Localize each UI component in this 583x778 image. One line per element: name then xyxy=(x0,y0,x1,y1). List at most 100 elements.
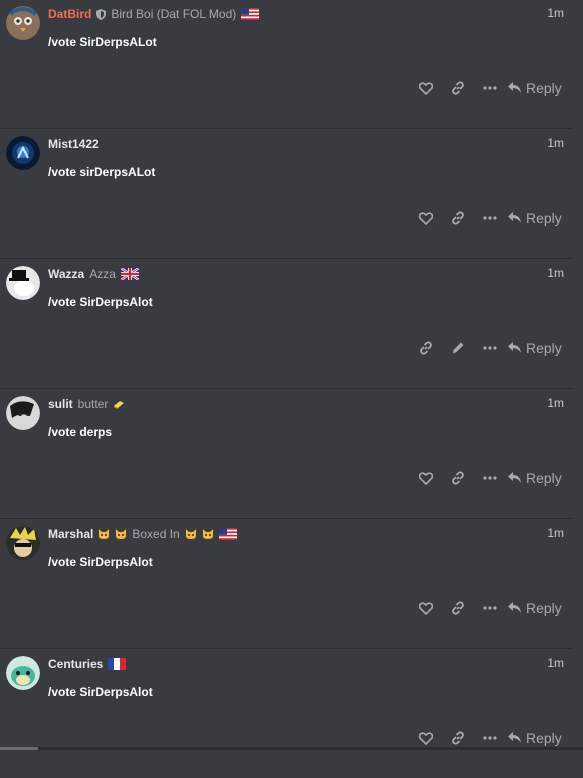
like-button[interactable] xyxy=(410,599,442,617)
more-button[interactable] xyxy=(474,599,506,617)
reply-icon xyxy=(508,732,521,743)
ellipsis-icon xyxy=(483,606,497,610)
heart-icon xyxy=(419,731,433,745)
link-icon xyxy=(452,81,464,95)
post-time[interactable]: 1m xyxy=(547,396,564,410)
post-actions: Reply xyxy=(410,599,564,617)
us-flag-icon xyxy=(218,528,237,540)
post-datbird: DatBird Bird Boi (Dat FOL Mod) 1m /vote … xyxy=(0,0,572,129)
more-button[interactable] xyxy=(474,339,506,357)
fr-flag-icon xyxy=(108,658,127,670)
like-button[interactable] xyxy=(410,469,442,487)
reply-label: Reply xyxy=(526,340,562,356)
username[interactable]: Centuries xyxy=(48,657,103,671)
cat-face-icon xyxy=(202,529,213,539)
post-time[interactable]: 1m xyxy=(547,6,564,20)
reply-label: Reply xyxy=(526,470,562,486)
username[interactable]: DatBird xyxy=(48,7,91,21)
user-title: butter xyxy=(77,397,109,411)
ellipsis-icon xyxy=(483,476,497,480)
post-marshal: Marshal Boxed In 1m /vote SirDerpsAlot R… xyxy=(0,520,572,649)
post-actions: Reply xyxy=(410,469,564,487)
post-actions: Reply xyxy=(410,209,564,227)
username[interactable]: Marshal xyxy=(48,527,93,541)
post-time[interactable]: 1m xyxy=(547,656,564,670)
reply-icon xyxy=(508,472,521,483)
post-time[interactable]: 1m xyxy=(547,526,564,540)
us-flag-icon xyxy=(241,8,260,20)
reply-label: Reply xyxy=(526,80,562,96)
post-sulit: sulit butter 1m /vote derps Reply xyxy=(0,390,572,519)
ellipsis-icon xyxy=(483,86,497,90)
reply-label: Reply xyxy=(526,730,562,746)
avatar[interactable] xyxy=(6,266,40,300)
share-link-button[interactable] xyxy=(442,599,474,617)
post-meta: DatBird Bird Boi (Dat FOL Mod) xyxy=(48,6,260,22)
pencil-icon xyxy=(453,342,464,353)
user-title: Boxed In xyxy=(132,527,180,541)
post-wazza: Wazza Azza 1m /vote SirDerpsAlot Reply xyxy=(0,260,572,389)
link-icon xyxy=(452,731,464,745)
avatar[interactable] xyxy=(6,396,40,430)
post-body: /vote derps xyxy=(48,425,113,439)
cat-face-icon xyxy=(116,529,127,539)
username[interactable]: Mist1422 xyxy=(48,137,99,151)
reply-button[interactable]: Reply xyxy=(508,340,564,356)
more-button[interactable] xyxy=(474,469,506,487)
share-link-button[interactable] xyxy=(442,209,474,227)
post-mist1422: Mist1422 1m /vote sirDerpsALot Reply xyxy=(0,130,572,259)
post-actions: Reply xyxy=(410,729,564,747)
user-title: Azza xyxy=(89,267,116,281)
share-link-button[interactable] xyxy=(442,469,474,487)
post-body: /vote SirDerpsAlot xyxy=(48,555,153,569)
username[interactable]: Wazza xyxy=(48,267,84,281)
reply-label: Reply xyxy=(526,210,562,226)
post-meta: Wazza Azza xyxy=(48,266,139,282)
reply-label: Reply xyxy=(526,600,562,616)
reply-button[interactable]: Reply xyxy=(508,80,564,96)
link-icon xyxy=(420,341,432,355)
butter-icon xyxy=(114,401,125,409)
cat-face-icon xyxy=(185,529,196,539)
like-button[interactable] xyxy=(410,729,442,747)
reply-icon xyxy=(508,602,521,613)
ellipsis-icon xyxy=(483,346,497,350)
heart-icon xyxy=(419,601,433,615)
heart-icon xyxy=(419,471,433,485)
post-meta: Centuries xyxy=(48,656,127,672)
user-title: Bird Boi (Dat FOL Mod) xyxy=(111,7,237,21)
post-meta: Marshal Boxed In xyxy=(48,526,237,542)
post-centuries: Centuries 1m /vote SirDerpsAlot Reply xyxy=(0,650,572,778)
avatar[interactable] xyxy=(6,136,40,170)
reply-icon xyxy=(508,82,521,93)
more-button[interactable] xyxy=(474,79,506,97)
reply-button[interactable]: Reply xyxy=(508,470,564,486)
heart-icon xyxy=(419,81,433,95)
link-icon xyxy=(452,601,464,615)
share-link-button[interactable] xyxy=(442,729,474,747)
post-time[interactable]: 1m xyxy=(547,136,564,150)
avatar[interactable] xyxy=(6,6,40,40)
reply-button[interactable]: Reply xyxy=(508,600,564,616)
like-button[interactable] xyxy=(410,79,442,97)
like-button[interactable] xyxy=(410,209,442,227)
reply-icon xyxy=(508,342,521,353)
more-button[interactable] xyxy=(474,209,506,227)
shield-icon xyxy=(96,8,107,20)
post-actions: Reply xyxy=(410,79,564,97)
share-link-button[interactable] xyxy=(442,79,474,97)
reply-button[interactable]: Reply xyxy=(508,730,564,746)
post-meta: sulit butter xyxy=(48,396,125,412)
post-body: /vote sirDerpsALot xyxy=(48,165,156,179)
avatar[interactable] xyxy=(6,656,40,690)
edit-button[interactable] xyxy=(442,339,474,357)
reply-button[interactable]: Reply xyxy=(508,210,564,226)
link-icon xyxy=(452,471,464,485)
username[interactable]: sulit xyxy=(48,397,73,411)
share-link-button[interactable] xyxy=(410,339,442,357)
more-button[interactable] xyxy=(474,729,506,747)
uk-flag-icon xyxy=(120,268,139,280)
post-time[interactable]: 1m xyxy=(547,266,564,280)
avatar[interactable] xyxy=(6,526,40,560)
cat-face-icon xyxy=(99,529,110,539)
